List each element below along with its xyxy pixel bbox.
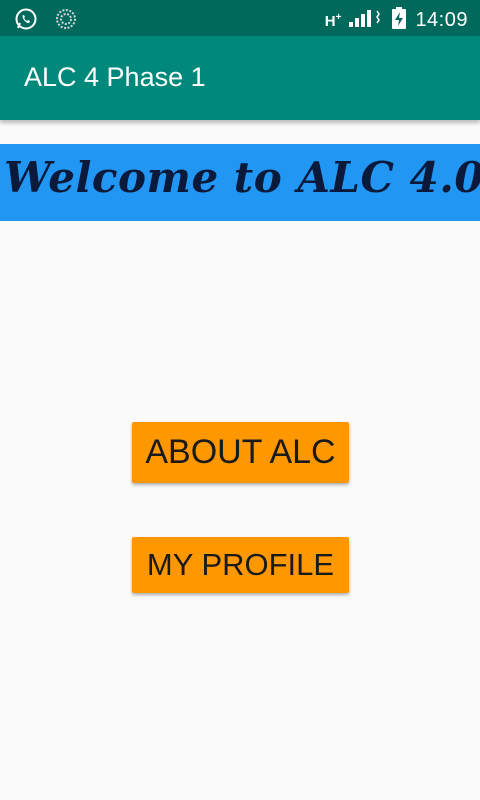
signal-icon	[349, 7, 383, 34]
about-alc-button[interactable]: ABOUT ALC	[132, 422, 349, 483]
battery-charging-icon	[391, 6, 407, 35]
welcome-banner: Welcome to ALC 4.0	[0, 144, 480, 221]
my-profile-button[interactable]: MY PROFILE	[132, 537, 349, 593]
status-bar: H+ 14:09	[0, 0, 480, 36]
whatsapp-icon	[14, 7, 38, 36]
status-right-icons: H+ 14:09	[325, 6, 468, 35]
status-time: 14:09	[415, 9, 468, 31]
welcome-text: Welcome to ALC 4.0	[4, 153, 480, 202]
sync-icon	[54, 7, 78, 36]
network-type: H+	[324, 11, 342, 30]
app-title: ALC 4 Phase 1	[24, 62, 206, 92]
app-bar: ALC 4 Phase 1	[0, 36, 480, 120]
status-left-icons	[14, 7, 78, 36]
